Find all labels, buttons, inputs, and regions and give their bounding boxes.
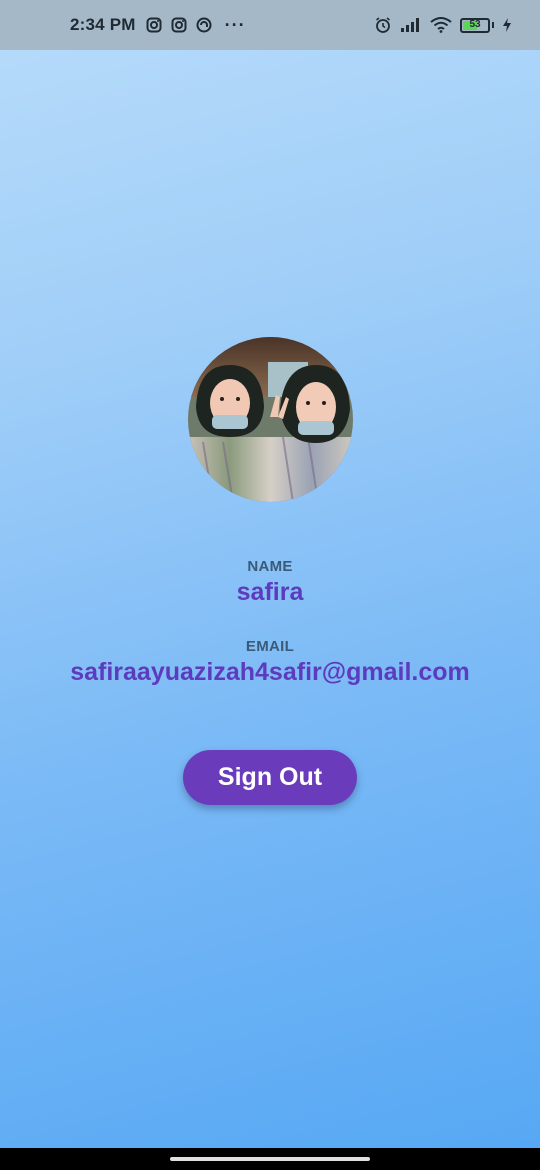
avatar-image [188, 337, 353, 502]
navigation-bar [0, 1148, 540, 1170]
name-value: safira [236, 578, 304, 606]
email-label: EMAIL [245, 638, 295, 655]
home-indicator[interactable] [170, 1157, 370, 1161]
avatar [188, 337, 353, 502]
status-bar: 2:34 PM ··· 53 [0, 0, 540, 50]
threads-icon [196, 17, 212, 33]
instagram-icon [171, 17, 187, 33]
email-value: safiraayuazizah4safir@gmail.com [70, 658, 470, 686]
alarm-icon [376, 17, 390, 33]
battery-level-text: 53 [469, 19, 481, 30]
battery-icon: 53 [460, 17, 490, 33]
signal-icon [401, 18, 419, 32]
sign-out-button[interactable]: Sign Out [183, 750, 357, 805]
status-time: 2:34 PM [70, 15, 136, 34]
instagram-icon [146, 17, 162, 33]
wifi-icon [430, 17, 452, 33]
more-notifications-icon: ··· [224, 15, 246, 35]
battery-tip [492, 22, 494, 28]
charging-icon [503, 18, 511, 32]
name-label: NAME [247, 558, 293, 575]
system-icons: 53 [374, 16, 512, 34]
notification-icons: ··· [146, 16, 246, 34]
